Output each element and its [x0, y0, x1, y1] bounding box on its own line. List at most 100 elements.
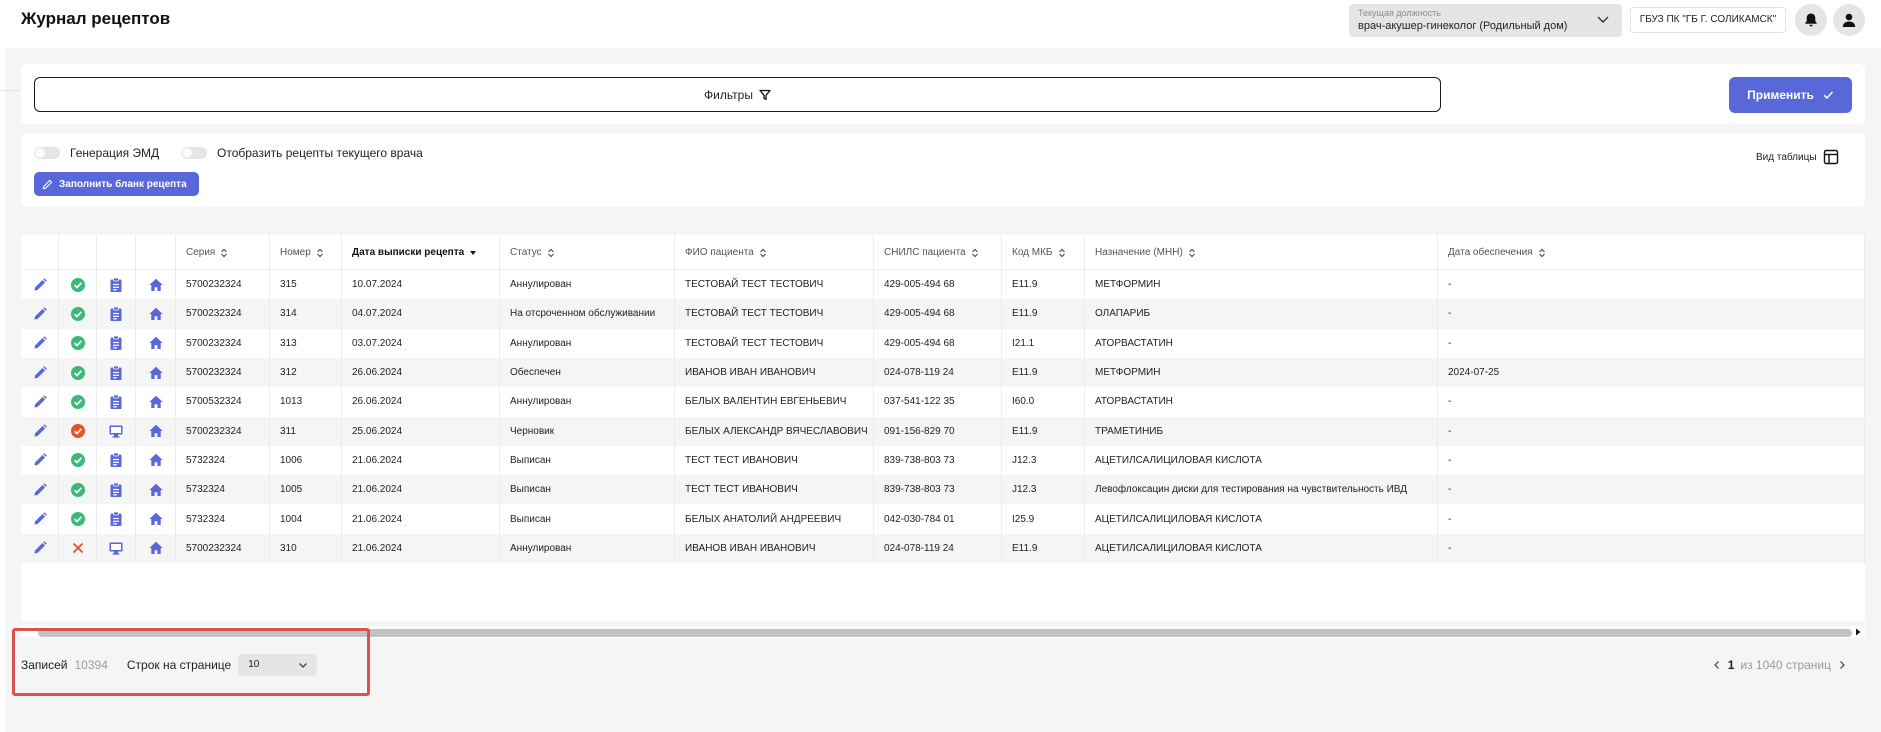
home-icon — [148, 337, 163, 350]
filter-icon — [759, 89, 771, 100]
table-row[interactable]: 5732324 1006 21.06.2024 Выписан ТЕСТ ТЕСТ ИВ… — [21, 445, 1865, 476]
home-button[interactable] — [136, 475, 176, 505]
check-circle-icon — [70, 453, 85, 468]
scroll-right-arrow-icon[interactable] — [1853, 627, 1863, 637]
pencil-icon — [34, 512, 47, 525]
home-button[interactable] — [136, 416, 176, 446]
table-row[interactable]: 5700232324 310 21.06.2024 Аннулирован ИВАНОВ… — [21, 533, 1865, 563]
toggle-switch[interactable] — [181, 147, 207, 159]
column-header[interactable]: Назначение (МНН) — [1085, 235, 1438, 270]
table-row[interactable]: 5700232324 311 25.06.2024 Черновик БЕЛЫХ АЛЕ… — [21, 416, 1865, 446]
document-button[interactable] — [97, 299, 136, 329]
table-row[interactable]: 5700532324 1013 26.06.2024 Аннулирован БЕЛЫХ… — [21, 387, 1865, 417]
home-button[interactable] — [136, 504, 176, 534]
user-menu-button[interactable] — [1833, 4, 1865, 36]
column-header[interactable]: Дата обеспечения — [1438, 235, 1865, 270]
cell-snils: 429-005-494 68 — [874, 328, 1002, 358]
home-button[interactable] — [136, 299, 176, 329]
table-row[interactable]: 5700232324 315 10.07.2024 Аннулирован ТЕСТОВ… — [21, 270, 1865, 300]
status-indicator — [59, 445, 97, 476]
organization-button[interactable]: ГБУЗ ПК "ГБ Г. СОЛИКАМСК" — [1630, 7, 1786, 33]
edit-button[interactable] — [21, 328, 59, 358]
sort-icon[interactable] — [759, 247, 767, 259]
column-header[interactable]: Серия — [176, 235, 270, 270]
edit-button[interactable] — [21, 270, 59, 300]
sort-icon[interactable] — [971, 247, 979, 259]
edit-button[interactable] — [21, 504, 59, 534]
prev-page-icon[interactable] — [1712, 660, 1722, 670]
edit-button[interactable] — [21, 475, 59, 505]
apply-button[interactable]: Применить — [1729, 77, 1852, 113]
column-header[interactable]: ФИО пациента — [675, 235, 874, 270]
pencil-icon — [34, 277, 47, 291]
sort-icon[interactable] — [220, 247, 228, 259]
sort-icon[interactable] — [1538, 247, 1546, 259]
sort-icon[interactable] — [547, 247, 555, 259]
document-button[interactable] — [97, 533, 136, 563]
cell-number: 313 — [270, 328, 342, 358]
cell-date: 26.06.2024 — [342, 387, 500, 417]
table-row[interactable]: 5700232324 314 04.07.2024 На отсроченном об… — [21, 299, 1865, 329]
next-page-icon[interactable] — [1837, 660, 1847, 670]
document-button[interactable] — [97, 270, 136, 300]
toggle-emd[interactable]: Генерация ЭМД — [34, 146, 159, 160]
cell-number: 312 — [270, 357, 342, 388]
edit-button[interactable] — [21, 299, 59, 329]
sort-icon[interactable] — [1058, 247, 1066, 259]
document-button[interactable] — [97, 475, 136, 505]
cell-number: 1004 — [270, 504, 342, 534]
table-row[interactable]: 5700232324 313 03.07.2024 Аннулирован ТЕСТОВ… — [21, 328, 1865, 358]
fill-form-label: Заполнить бланк рецепта — [59, 178, 187, 190]
column-header[interactable]: СНИЛС пациента — [874, 235, 1002, 270]
table-view-button[interactable]: Вид таблицы — [1756, 149, 1839, 165]
clipboard-icon — [110, 306, 122, 321]
edit-button[interactable] — [21, 445, 59, 476]
table-row[interactable]: 5732324 1005 21.06.2024 Выписан ТЕСТ ТЕСТ ИВ… — [21, 475, 1865, 505]
filters-button[interactable]: Фильтры — [34, 77, 1441, 112]
role-value: врач-акушер-гинеколог (Родильный дом) — [1358, 20, 1568, 32]
sort-icon[interactable] — [1188, 247, 1196, 259]
document-button[interactable] — [97, 416, 136, 446]
cell-mkb: E11.9 — [1002, 533, 1085, 563]
column-header[interactable]: Код МКБ — [1002, 235, 1085, 270]
cell-status: Аннулирован — [500, 533, 675, 563]
column-header[interactable]: Статус — [500, 235, 675, 270]
column-header[interactable]: Дата выписки рецепта — [342, 235, 500, 270]
cell-date: 03.07.2024 — [342, 328, 500, 358]
document-button[interactable] — [97, 504, 136, 534]
cell-status: Выписан — [500, 504, 675, 534]
toggle-switch[interactable] — [34, 147, 60, 159]
sort-desc-icon[interactable] — [469, 247, 477, 259]
home-button[interactable] — [136, 445, 176, 476]
edit-button[interactable] — [21, 357, 59, 388]
cell-date: 21.06.2024 — [342, 504, 500, 534]
bell-icon — [1805, 13, 1817, 27]
document-button[interactable] — [97, 357, 136, 388]
document-button[interactable] — [97, 328, 136, 358]
edit-button[interactable] — [21, 416, 59, 446]
home-button[interactable] — [136, 387, 176, 417]
cell-mnn: МЕТФОРМИН — [1085, 357, 1438, 388]
clipboard-icon — [110, 394, 122, 409]
document-button[interactable] — [97, 387, 136, 417]
current-role-select[interactable]: Текущая должность врач-акушер-гинеколог … — [1349, 4, 1622, 37]
cell-supply-date: - — [1438, 504, 1865, 534]
filter-panel: Фильтры Применить — [21, 64, 1865, 124]
notifications-button[interactable] — [1795, 4, 1827, 36]
column-header[interactable]: Номер — [270, 235, 342, 270]
home-button[interactable] — [136, 270, 176, 300]
home-button[interactable] — [136, 328, 176, 358]
table-row[interactable]: 5700232324 312 26.06.2024 Обеспечен ИВАНОВ И… — [21, 357, 1865, 388]
status-indicator — [59, 299, 97, 329]
edit-button[interactable] — [21, 387, 59, 417]
fill-prescription-form-button[interactable]: Заполнить бланк рецепта — [34, 172, 199, 196]
edit-button[interactable] — [21, 533, 59, 563]
home-button[interactable] — [136, 357, 176, 388]
sort-icon[interactable] — [316, 247, 324, 259]
pencil-icon — [34, 395, 47, 408]
table-row[interactable]: 5732324 1004 21.06.2024 Выписан БЕЛЫХ АНАТОЛ… — [21, 504, 1865, 534]
document-button[interactable] — [97, 445, 136, 476]
clipboard-icon — [110, 511, 122, 527]
toggle-current-doctor[interactable]: Отобразить рецепты текущего врача — [181, 146, 423, 160]
home-button[interactable] — [136, 533, 176, 563]
